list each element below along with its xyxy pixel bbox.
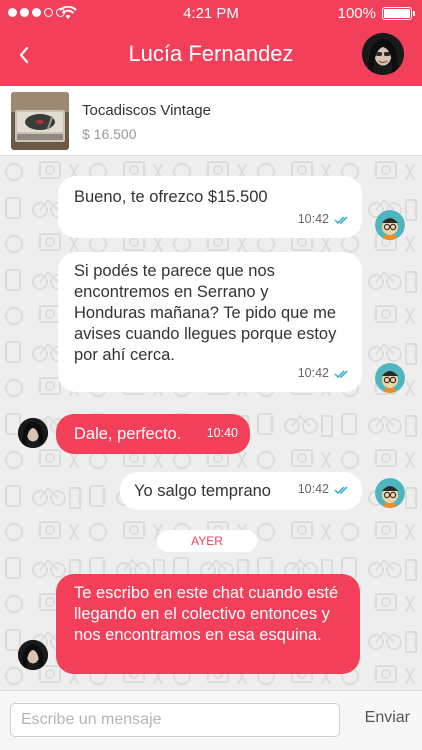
message-composer: Enviar	[0, 690, 422, 750]
day-separator: AYER	[157, 530, 257, 552]
contact-avatar-small	[18, 640, 48, 670]
battery-percentage: 100%	[337, 5, 376, 22]
product-price: $ 16.500	[82, 126, 137, 142]
my-avatar	[375, 363, 405, 393]
app-header: 4:21 PM 100% Lucía Fernandez	[0, 0, 422, 86]
double-check-icon	[334, 215, 348, 224]
message-text: Dale, perfecto.	[74, 425, 182, 443]
message-bubble-received[interactable]: Te escribo en este chat cuando esté lleg…	[56, 574, 360, 674]
product-summary[interactable]: Tocadiscos Vintage $ 16.500	[0, 86, 422, 156]
message-time: 10:42	[297, 482, 329, 496]
double-check-icon	[334, 485, 348, 494]
message-input[interactable]	[10, 703, 340, 737]
send-button[interactable]: Enviar	[365, 709, 410, 727]
page-title: Lucía Fernandez	[128, 41, 294, 66]
product-name: Tocadiscos Vintage	[82, 102, 211, 119]
message-time: 10:42	[297, 366, 329, 380]
back-button[interactable]	[12, 40, 36, 70]
message-text: Si podés te parece que nos encontremos e…	[74, 262, 337, 364]
my-avatar	[375, 478, 405, 508]
contact-avatar-small	[18, 418, 48, 448]
message-text: Bueno, te ofrezco $15.500	[74, 188, 268, 206]
double-check-icon	[334, 369, 348, 378]
message-bubble-sent[interactable]: Yo salgo temprano 10:42	[120, 472, 362, 510]
message-bubble-sent[interactable]: Bueno, te ofrezco $15.500 10:42	[58, 176, 362, 238]
chevron-left-icon	[19, 46, 29, 64]
message-bubble-sent[interactable]: Si podés te parece que nos encontremos e…	[58, 252, 362, 392]
message-time: 10:42	[297, 212, 329, 226]
message-bubble-received[interactable]: Dale, perfecto. 10:40	[56, 414, 250, 454]
chat-thread[interactable]: Bueno, te ofrezco $15.500 10:42 Si podés…	[0, 156, 422, 690]
product-image	[11, 92, 69, 150]
my-avatar	[375, 210, 405, 240]
message-text: Yo salgo temprano	[134, 482, 271, 500]
message-text: Te escribo en este chat cuando esté lleg…	[74, 584, 339, 644]
status-bar: 4:21 PM 100%	[0, 0, 422, 26]
message-time: 10:40	[206, 426, 238, 440]
contact-avatar[interactable]	[362, 33, 404, 75]
battery-icon	[382, 7, 415, 20]
